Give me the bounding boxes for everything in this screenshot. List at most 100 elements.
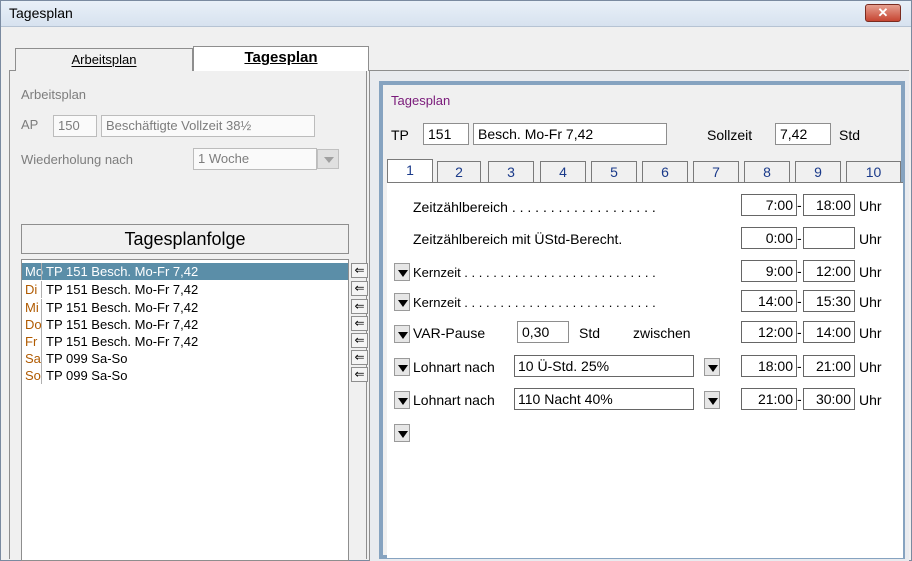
wiederholung-label: Wiederholung nach: [21, 152, 134, 167]
lohnart-2-from[interactable]: 21:00: [741, 388, 797, 410]
plan-text: TP 151 Besch. Mo-Fr 7,42: [46, 300, 199, 315]
dash: -: [797, 230, 802, 246]
kernzeit-1-label: Kernzeit . . . . . . . . . . . . . . . .…: [413, 265, 656, 280]
arbeitsplan-section-label: Arbeitsplan: [21, 87, 87, 102]
separator: [41, 350, 42, 367]
zeitzaehlbereich-label: Zeitzählbereich . . . . . . . . . . . . …: [413, 199, 656, 215]
var-pause-from[interactable]: 12:00: [741, 321, 797, 343]
tab-day-3[interactable]: 3: [488, 161, 534, 183]
kernzeit-1-to[interactable]: 12:00: [803, 260, 855, 282]
plan-text: TP 151 Besch. Mo-Fr 7,42: [46, 264, 199, 279]
day-label: Fr: [25, 334, 38, 349]
tab-day-7[interactable]: 7: [693, 161, 739, 183]
var-pause-label: VAR-Pause: [413, 325, 486, 341]
separator: [41, 333, 42, 350]
dash: -: [797, 263, 802, 279]
assign-arrow-button[interactable]: ⇐: [351, 299, 368, 314]
ueberstd-to[interactable]: [803, 227, 855, 249]
uhr-label: Uhr: [859, 264, 882, 280]
close-button[interactable]: ✕: [865, 4, 901, 22]
tab-arbeitsplan[interactable]: Arbeitsplan: [15, 48, 193, 71]
tab-day-8[interactable]: 8: [744, 161, 790, 183]
dash: -: [797, 391, 802, 407]
lohnart-2-select-arrow-icon[interactable]: [704, 391, 720, 409]
list-item[interactable]: Mi TP 151 Besch. Mo-Fr 7,42: [22, 299, 348, 316]
var-pause-dropdown-icon[interactable]: [394, 325, 410, 343]
uhr-label: Uhr: [859, 392, 882, 408]
day-label: So: [25, 368, 41, 383]
lohnart-1-to[interactable]: 21:00: [803, 355, 855, 377]
add-row-dropdown-icon[interactable]: [394, 424, 410, 442]
tab-day-10[interactable]: 10: [846, 161, 901, 183]
ueberstd-from[interactable]: 0:00: [741, 227, 797, 249]
lohnart-2-select[interactable]: 110 Nacht 40%: [514, 388, 694, 410]
tab-tagesplan[interactable]: Tagesplan: [193, 46, 369, 71]
kernzeit-2-dropdown-icon[interactable]: [394, 293, 410, 311]
day-label: Do: [25, 317, 42, 332]
tab-tagesplan-label: Tagesplan: [244, 49, 318, 66]
tab-day-5[interactable]: 5: [591, 161, 637, 183]
plan-text: TP 151 Besch. Mo-Fr 7,42: [46, 317, 199, 332]
ueberstd-label: Zeitzählbereich mit ÜStd-Berecht.: [413, 231, 623, 247]
lohnart-1-select[interactable]: 10 Ü-Std. 25%: [514, 355, 694, 377]
uhr-label: Uhr: [859, 231, 882, 247]
lohnart-1-label: Lohnart nach: [413, 359, 495, 375]
var-pause-field[interactable]: 0,30: [517, 321, 569, 343]
assign-arrow-button[interactable]: ⇐: [351, 367, 368, 382]
tab-day-9[interactable]: 9: [795, 161, 841, 183]
list-item[interactable]: Do TP 151 Besch. Mo-Fr 7,42: [22, 316, 348, 333]
list-item[interactable]: So TP 099 Sa-So: [22, 367, 348, 384]
lohnart-1-select-arrow-icon[interactable]: [704, 358, 720, 376]
day-label: Mi: [25, 300, 39, 315]
tab-day-6[interactable]: 6: [642, 161, 688, 183]
wiederholung-select[interactable]: 1 Woche: [193, 148, 317, 170]
uhr-label: Uhr: [859, 198, 882, 214]
plan-text: TP 099 Sa-So: [46, 368, 128, 383]
assign-arrow-button[interactable]: ⇐: [351, 281, 368, 296]
assign-arrow-button[interactable]: ⇐: [351, 333, 368, 348]
tab-day-4[interactable]: 4: [540, 161, 586, 183]
separator: [41, 299, 42, 316]
tab-day-2[interactable]: 2: [437, 161, 481, 183]
day-label: Sa: [25, 351, 41, 366]
assign-arrow-button[interactable]: ⇐: [351, 316, 368, 331]
tp-number-field[interactable]: 151: [423, 123, 469, 145]
zwischen-label: zwischen: [633, 325, 691, 341]
tp-name-field[interactable]: Besch. Mo-Fr 7,42: [473, 123, 667, 145]
separator: [41, 367, 42, 384]
assign-arrow-button[interactable]: ⇐: [351, 263, 368, 278]
plan-text: TP 151 Besch. Mo-Fr 7,42: [46, 334, 199, 349]
lohnart-2-label: Lohnart nach: [413, 392, 495, 408]
var-pause-to[interactable]: 14:00: [803, 321, 855, 343]
tagesplan-window: Tagesplan ✕ Arbeitsplan Tagesplan Arbeit…: [0, 0, 912, 561]
lohnart-1-dropdown-icon[interactable]: [394, 358, 410, 376]
ap-label: AP: [21, 117, 39, 132]
tagesplanfolge-list[interactable]: Mo TP 151 Besch. Mo-Fr 7,42 Di TP 151 Besc…: [21, 259, 349, 561]
tab-day-1[interactable]: 1: [387, 159, 433, 183]
ap-number-field[interactable]: 150: [53, 115, 97, 137]
zeitzaehlbereich-to[interactable]: 18:00: [803, 194, 855, 216]
sollzeit-label: Sollzeit: [707, 127, 753, 143]
kernzeit-2-to[interactable]: 15:30: [803, 290, 855, 312]
lohnart-2-dropdown-icon[interactable]: [394, 391, 410, 409]
lohnart-2-to[interactable]: 30:00: [803, 388, 855, 410]
tagesplan-group-label: Tagesplan: [391, 93, 451, 108]
list-item[interactable]: Mo TP 151 Besch. Mo-Fr 7,42: [22, 263, 348, 280]
list-item[interactable]: Di TP 151 Besch. Mo-Fr 7,42: [22, 281, 348, 298]
list-item[interactable]: Sa TP 099 Sa-So: [22, 350, 348, 367]
lohnart-1-from[interactable]: 18:00: [741, 355, 797, 377]
var-std-label: Std: [579, 325, 601, 341]
zeitzaehlbereich-from[interactable]: 7:00: [741, 194, 797, 216]
kernzeit-2-label: Kernzeit . . . . . . . . . . . . . . . .…: [413, 295, 656, 310]
kernzeit-1-dropdown-icon[interactable]: [394, 263, 410, 281]
sollzeit-field[interactable]: 7,42: [775, 123, 831, 145]
tab-arbeitsplan-label: Arbeitsplan: [71, 52, 137, 67]
list-item[interactable]: Fr TP 151 Besch. Mo-Fr 7,42: [22, 333, 348, 350]
dash: -: [797, 324, 802, 340]
wiederholung-dropdown-button[interactable]: [317, 149, 339, 169]
kernzeit-1-from[interactable]: 9:00: [741, 260, 797, 282]
assign-arrow-button[interactable]: ⇐: [351, 350, 368, 365]
ap-name-field[interactable]: Beschäftigte Vollzeit 38½: [101, 115, 315, 137]
dash: -: [797, 358, 802, 374]
kernzeit-2-from[interactable]: 14:00: [741, 290, 797, 312]
